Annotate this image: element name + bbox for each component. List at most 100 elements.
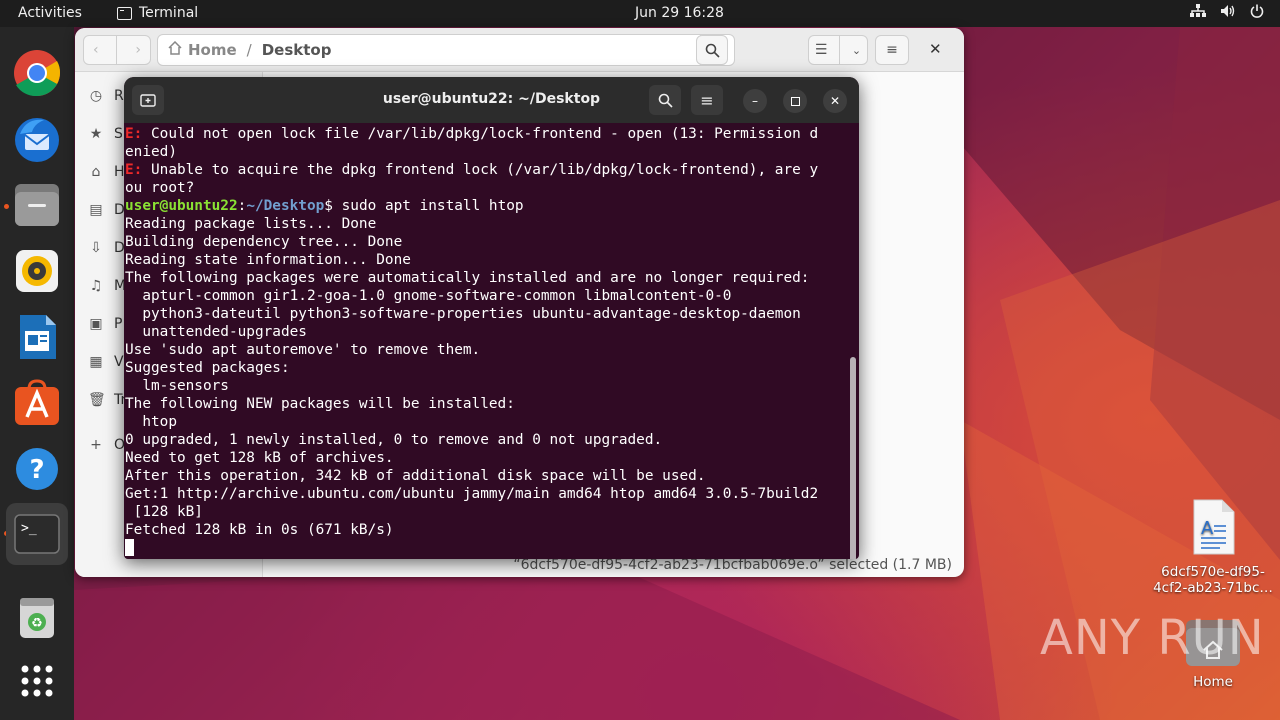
thunderbird-icon[interactable] <box>11 113 63 165</box>
sidebar-item-downloads[interactable]: ⇩ D <box>88 240 125 256</box>
prompt-command: $ sudo apt install htop <box>324 198 524 214</box>
search-icon <box>705 43 720 58</box>
app-menu-label: Terminal <box>139 5 199 21</box>
close-button[interactable]: ✕ <box>823 89 847 113</box>
document-icon: ▤ <box>89 202 103 218</box>
prompt-path: ~/Desktop <box>246 198 325 214</box>
search-icon <box>658 93 673 108</box>
output-line: After this operation, 342 kB of addition… <box>125 468 706 484</box>
desktop-home-label: Home <box>1193 674 1233 690</box>
output-line: lm-sensors <box>125 378 229 394</box>
hamburger-icon: ≡ <box>886 42 898 58</box>
trash-icon[interactable]: ♻ <box>11 591 63 643</box>
sidebar-item-music[interactable]: ♫ M <box>88 278 126 294</box>
terminal-search-button[interactable] <box>649 85 681 115</box>
breadcrumb-current[interactable]: Desktop <box>262 41 332 59</box>
chrome-icon[interactable] <box>11 47 63 99</box>
text-cursor <box>125 539 134 556</box>
system-tray[interactable] <box>1190 4 1264 22</box>
terminal-icon[interactable]: >_ <box>6 503 68 565</box>
clock[interactable]: Jun 29 16:28 <box>635 5 724 21</box>
selection-status: “6dcf570e-df95-4cf2-ab23-71bcfbab069e.o”… <box>513 557 952 573</box>
desktop-file-label-line2: 4cf2-ab23-71bc… <box>1153 580 1273 596</box>
view-toggle[interactable]: ☰ ⌄ <box>808 35 868 65</box>
output-line: htop <box>125 414 177 430</box>
running-indicator <box>4 204 9 209</box>
show-apps-icon[interactable] <box>11 655 63 707</box>
files-headerbar: ‹ › Home / Desktop ⋮ ☰ ⌄ ≡ ✕ <box>75 28 964 72</box>
download-icon: ⇩ <box>90 240 102 256</box>
rhythmbox-icon[interactable] <box>11 245 63 297</box>
app-center-icon[interactable] <box>11 377 63 429</box>
network-icon <box>1190 4 1206 22</box>
trash-icon: 🗑 <box>88 392 106 408</box>
terminal-titlebar[interactable]: user@ubuntu22: ~/Desktop ≡ – ✕ <box>124 77 859 123</box>
minimize-button[interactable]: – <box>743 89 767 113</box>
app-menu[interactable]: Terminal <box>117 5 198 21</box>
output-line: unattended-upgrades <box>125 324 307 340</box>
output-line: [128 kB] <box>125 504 203 520</box>
sidebar-item-documents[interactable]: ▤ D <box>88 202 124 218</box>
output-line: Need to get 128 kB of archives. <box>125 450 394 466</box>
home-icon: ⌂ <box>91 164 101 180</box>
output-line: python3-dateutil python3-software-proper… <box>125 306 801 322</box>
output-line: 0 upgraded, 1 newly installed, 0 to remo… <box>125 432 663 448</box>
anyrun-watermark: ANY RUN <box>1040 610 1265 666</box>
terminal-window: user@ubuntu22: ~/Desktop ≡ – ✕ E: Could … <box>124 77 859 559</box>
plus-icon: + <box>90 437 102 453</box>
sidebar-item-pictures[interactable]: ▣ P <box>88 316 122 332</box>
sidebar-item-starred[interactable]: ★ S <box>88 126 123 142</box>
list-view-icon[interactable]: ☰ <box>815 42 828 58</box>
maximize-icon <box>790 96 800 106</box>
help-icon[interactable]: ? <box>11 443 63 495</box>
sidebar-item-home[interactable]: ⌂ H <box>88 164 125 180</box>
video-icon: ▦ <box>89 354 103 370</box>
output-line: Reading package lists... Done <box>125 216 377 232</box>
output-line: Suggested packages: <box>125 360 290 376</box>
svg-text:A: A <box>1201 518 1214 539</box>
back-arrow-icon[interactable]: ‹ <box>93 42 99 58</box>
star-icon: ★ <box>89 126 103 142</box>
terminal-small-icon <box>117 6 132 20</box>
cursor-line <box>125 539 849 557</box>
output-line: Building dependency tree... Done <box>125 234 403 250</box>
hamburger-icon: ≡ <box>700 90 714 110</box>
terminal-output[interactable]: E: Could not open lock file /var/lib/dpk… <box>125 125 849 557</box>
path-bar[interactable]: Home / Desktop ⋮ <box>157 34 735 66</box>
sidebar-item-trash[interactable]: 🗑 Tr <box>88 392 126 408</box>
output-line: The following NEW packages will be insta… <box>125 396 515 412</box>
output-line: Use 'sudo apt autoremove' to remove them… <box>125 342 481 358</box>
activities-button[interactable]: Activities <box>18 5 82 21</box>
desktop-file-label-line1: 6dcf570e-df95- <box>1161 564 1265 580</box>
breadcrumb-home[interactable]: Home <box>188 41 237 59</box>
recent-icon: ◷ <box>89 88 103 104</box>
chevron-down-icon[interactable]: ⌄ <box>852 44 861 57</box>
output-line: Fetched 128 kB in 0s (671 kB/s) <box>125 522 394 538</box>
sidebar-item-other-locations[interactable]: + O <box>88 437 125 453</box>
sidebar-item-recent[interactable]: ◷ R <box>88 88 124 104</box>
svg-text:>_: >_ <box>21 521 37 536</box>
menu-button[interactable]: ≡ <box>875 35 909 65</box>
home-icon <box>168 40 182 59</box>
terminal-scrollbar[interactable] <box>850 357 856 559</box>
text-file-icon: A <box>1193 499 1235 555</box>
volume-icon <box>1220 4 1236 22</box>
libreoffice-writer-icon[interactable] <box>11 311 63 363</box>
search-button[interactable] <box>696 35 728 65</box>
breadcrumb-separator: / <box>246 41 252 59</box>
output-line: enied) <box>125 144 177 160</box>
output-line: ou root? <box>125 180 195 196</box>
terminal-menu-button[interactable]: ≡ <box>691 85 723 115</box>
close-icon[interactable]: ✕ <box>929 40 942 58</box>
prompt-line: user@ubuntu22:~/Desktop$ sudo apt instal… <box>125 198 524 214</box>
prompt-user: user@ubuntu22 <box>125 198 238 214</box>
power-icon <box>1250 4 1264 22</box>
forward-arrow-icon[interactable]: › <box>135 42 141 58</box>
maximize-button[interactable] <box>783 89 807 113</box>
picture-icon: ▣ <box>89 316 103 332</box>
files-icon[interactable] <box>11 179 63 231</box>
desktop-file[interactable]: A 6dcf570e-df95- 4cf2-ab23-71bc… <box>1150 498 1276 596</box>
output-line: Reading state information... Done <box>125 252 411 268</box>
music-icon: ♫ <box>89 278 103 294</box>
sidebar-item-videos[interactable]: ▦ V <box>88 354 123 370</box>
